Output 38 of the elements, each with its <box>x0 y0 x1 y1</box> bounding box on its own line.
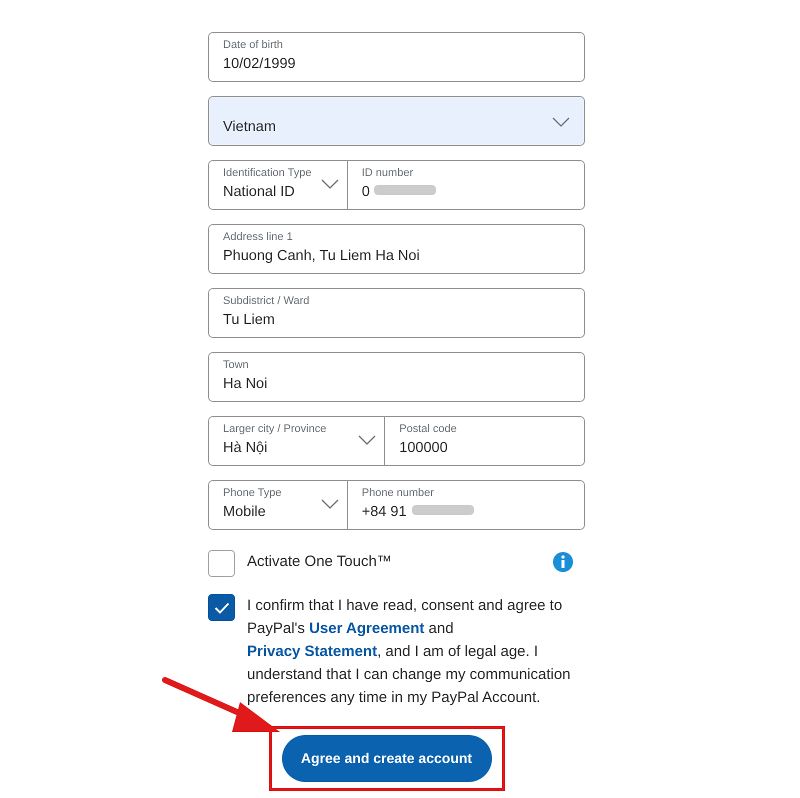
field-value: Vietnam <box>223 118 277 137</box>
field-label: ID number <box>362 166 414 180</box>
info-icon[interactable] <box>553 552 573 572</box>
field-value: +84 91 <box>362 503 408 522</box>
checkbox[interactable] <box>208 594 235 621</box>
input-field[interactable]: Town Ha Noi <box>208 352 585 402</box>
input-field[interactable]: Address line 1 Phuong Canh, Tu Liem Ha Noi <box>208 224 585 274</box>
field-value: Ha Noi <box>223 375 268 394</box>
field-label: Phone number <box>362 486 434 500</box>
field-value: 100000 <box>399 439 449 458</box>
field-group[interactable]: Phone Type Mobile Phone number +84 91 <box>208 480 585 530</box>
link[interactable]: User Agreement <box>309 620 424 637</box>
input-field[interactable]: Vietnam <box>208 96 585 146</box>
field-label: Identification Type <box>223 166 312 180</box>
field-label: Postal code <box>399 422 457 436</box>
field-label: Phone Type <box>223 486 282 500</box>
check-icon <box>214 602 230 614</box>
field-label: Larger city / Province <box>223 422 326 436</box>
field-label: Town <box>223 358 249 372</box>
submit-button[interactable]: Agree and create account <box>282 735 492 782</box>
field-value: Tu Liem <box>223 311 276 330</box>
field-label: Address line 1 <box>223 230 293 244</box>
field-group[interactable]: Identification Type National ID ID number 0 <box>208 160 585 210</box>
field-label: Date of birth <box>223 38 283 52</box>
input-field[interactable]: Date of birth 10/02/1999 <box>208 32 585 82</box>
field-value: Hà Nội <box>223 439 268 458</box>
field-value: National ID <box>223 183 296 202</box>
field-label: Subdistrict / Ward <box>223 294 310 308</box>
checkbox-label: Activate One Touch™ <box>247 552 393 572</box>
input-field[interactable]: Subdistrict / Ward Tu Liem <box>208 288 585 338</box>
checkbox[interactable] <box>208 550 235 577</box>
consent-text: I confirm that I have read, consent and agree to PayPal's User Agreement and Privacy Statement, and I am of legal age. I understand that I can change my communication preferences any time in my PayPal Account. <box>247 596 572 708</box>
field-group[interactable]: Larger city / Province Hà Nội Postal code 100000 <box>208 416 585 466</box>
field-value: Mobile <box>223 503 267 522</box>
field-value: Phuong Canh, Tu Liem Ha Noi <box>223 247 421 266</box>
link[interactable]: Privacy Statement <box>247 643 378 660</box>
field-value: 0 <box>362 183 371 202</box>
field-value: 10/02/1999 <box>223 55 297 74</box>
